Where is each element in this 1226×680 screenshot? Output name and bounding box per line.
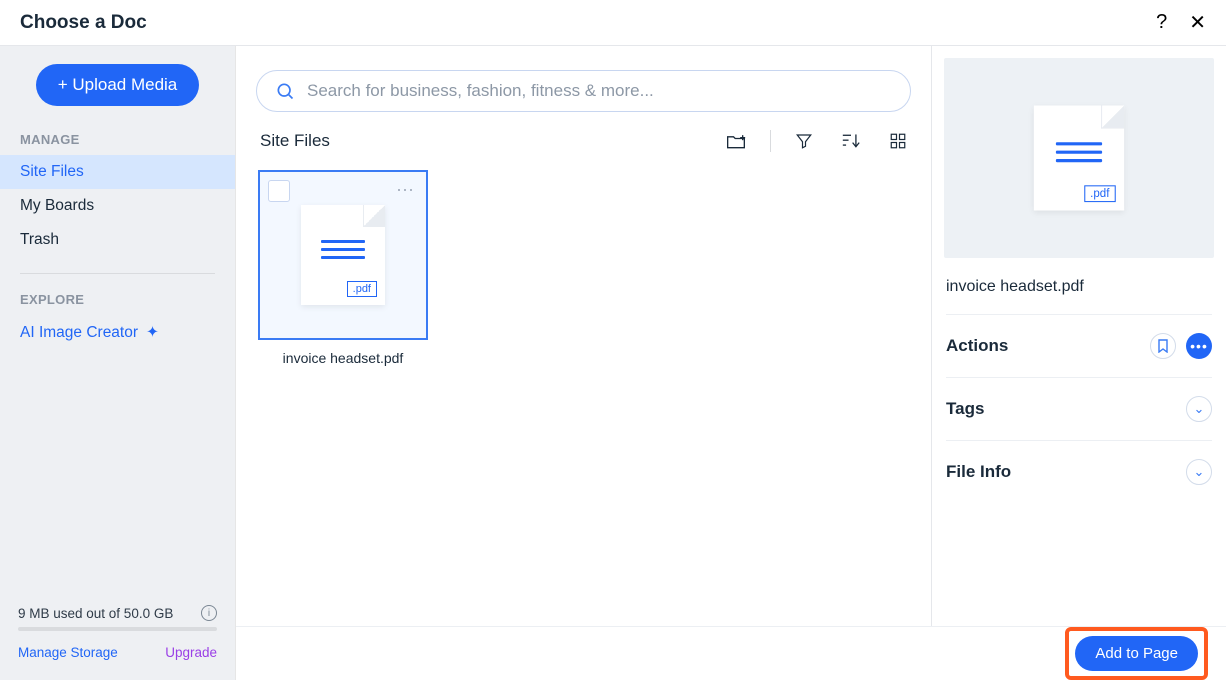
breadcrumb-site-files: Site Files <box>260 131 330 151</box>
file-checkbox[interactable] <box>268 180 290 202</box>
actions-heading: Actions <box>946 336 1008 356</box>
file-ext-badge: .pdf <box>347 281 377 297</box>
upgrade-link[interactable]: Upgrade <box>165 645 217 660</box>
more-actions-button[interactable]: ••• <box>1186 333 1212 359</box>
info-icon[interactable]: i <box>201 605 217 621</box>
chevron-down-icon[interactable]: ⌄ <box>1186 396 1212 422</box>
tags-heading: Tags <box>946 399 984 419</box>
search-input[interactable] <box>307 81 892 101</box>
manage-storage-link[interactable]: Manage Storage <box>18 645 118 660</box>
sidebar: + Upload Media MANAGE Site Files My Boar… <box>0 46 236 680</box>
dialog-header: Choose a Doc ? ✕ <box>0 0 1226 46</box>
explore-label: EXPLORE <box>0 292 235 315</box>
add-to-page-highlight: Add to Page <box>1065 627 1208 680</box>
details-filename: invoice headset.pdf <box>946 278 1212 296</box>
add-to-page-button[interactable]: Add to Page <box>1075 636 1198 671</box>
file-grid: ⋯ .pdf invoice headset.pdf <box>256 170 911 366</box>
file-name-label: invoice headset.pdf <box>258 350 428 366</box>
dialog-footer: Add to Page <box>236 626 1226 680</box>
tags-section[interactable]: Tags ⌄ <box>944 378 1214 440</box>
file-preview: .pdf <box>944 58 1214 258</box>
header-actions: ? ✕ <box>1156 10 1206 35</box>
sidebar-item-trash[interactable]: Trash <box>0 223 235 257</box>
main-panel: Site Files ⋯ <box>236 46 932 680</box>
sidebar-item-ai-image-creator[interactable]: AI Image Creator ✦ <box>0 315 235 350</box>
search-field[interactable] <box>256 70 911 112</box>
storage-section: 9 MB used out of 50.0 GB i Manage Storag… <box>0 605 235 680</box>
preview-thumbnail: .pdf <box>1034 106 1124 211</box>
bookmark-icon[interactable] <box>1150 333 1176 359</box>
actions-section: Actions ••• <box>944 315 1214 377</box>
file-more-icon[interactable]: ⋯ <box>396 180 416 201</box>
ai-image-creator-label: AI Image Creator <box>20 324 138 342</box>
sidebar-divider <box>20 273 215 274</box>
toolbar: Site Files <box>256 130 911 170</box>
chevron-down-icon[interactable]: ⌄ <box>1186 459 1212 485</box>
details-panel: .pdf invoice headset.pdf Actions ••• Tag… <box>932 46 1226 680</box>
dialog-title: Choose a Doc <box>20 12 147 34</box>
grid-view-icon[interactable] <box>889 132 907 150</box>
upload-media-button[interactable]: + Upload Media <box>36 64 200 106</box>
sort-icon[interactable] <box>841 132 861 150</box>
file-thumbnail: .pdf <box>301 205 385 305</box>
file-info-section[interactable]: File Info ⌄ <box>944 441 1214 503</box>
manage-label: MANAGE <box>0 132 235 155</box>
sparkle-icon: ✦ <box>146 323 159 342</box>
search-icon <box>275 81 295 101</box>
file-info-heading: File Info <box>946 462 1011 482</box>
sidebar-item-my-boards[interactable]: My Boards <box>0 189 235 223</box>
storage-text: 9 MB used out of 50.0 GB <box>18 606 173 621</box>
file-card[interactable]: ⋯ .pdf <box>258 170 428 340</box>
preview-ext-badge: .pdf <box>1084 185 1116 202</box>
new-folder-icon[interactable] <box>726 132 746 150</box>
storage-bar <box>18 627 217 631</box>
help-icon[interactable]: ? <box>1156 11 1167 34</box>
toolbar-separator <box>770 130 771 152</box>
close-icon[interactable]: ✕ <box>1189 10 1206 35</box>
filter-icon[interactable] <box>795 132 813 150</box>
sidebar-item-site-files[interactable]: Site Files <box>0 155 235 189</box>
